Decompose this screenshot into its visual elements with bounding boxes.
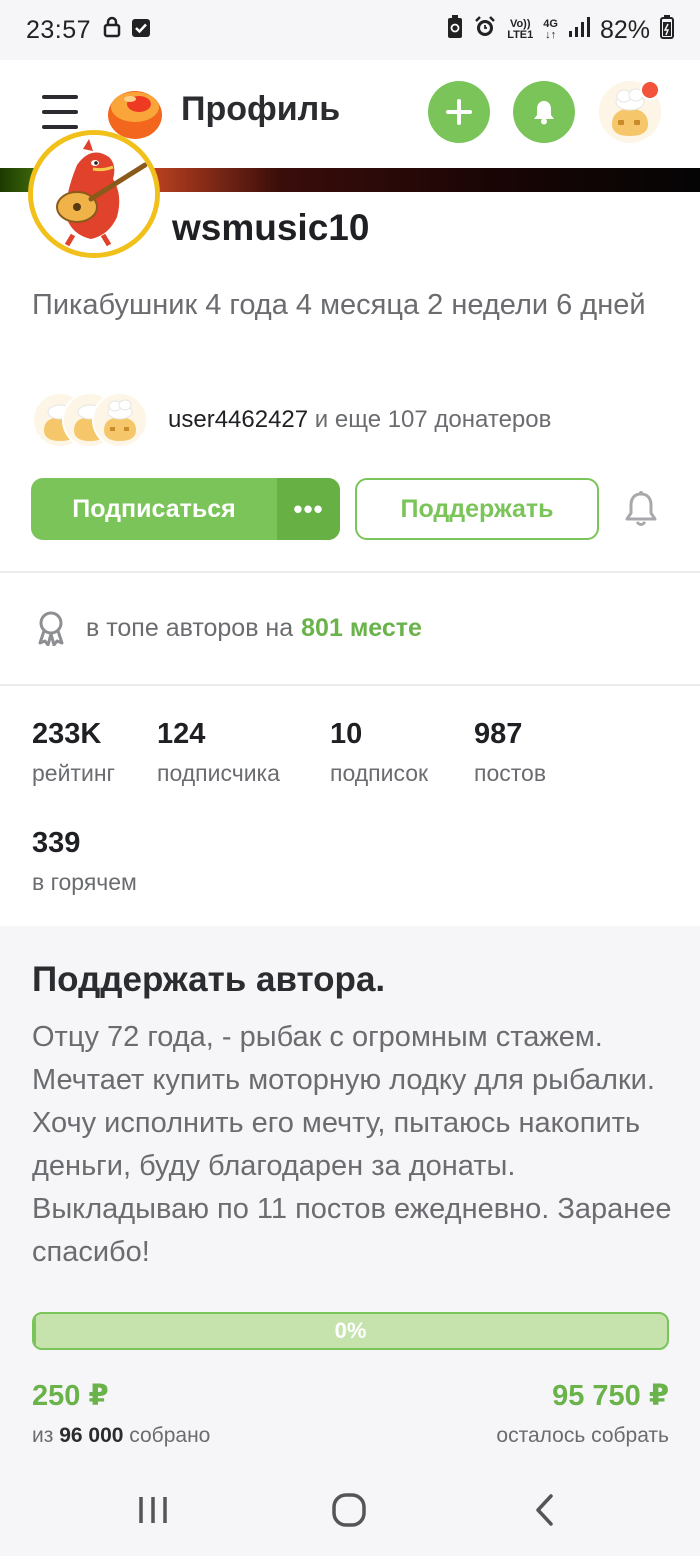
lock-icon — [103, 16, 121, 45]
goal-text: из 96 000 собрано — [32, 1424, 211, 1447]
progress-fill — [34, 1314, 36, 1348]
add-post-button[interactable] — [428, 81, 490, 143]
stat-value: 339 — [32, 827, 81, 859]
profile-username: wsmusic10 — [172, 207, 370, 248]
user-avatar[interactable] — [598, 80, 662, 144]
author-rank: в топе авторов на 801 месте — [34, 610, 422, 646]
menu-icon[interactable] — [42, 95, 78, 129]
award-icon — [38, 611, 64, 646]
goal-amount: 96 000 — [59, 1424, 124, 1447]
stat-subscribers[interactable]: 124 подписчика — [157, 718, 280, 787]
divider — [0, 684, 700, 686]
battery-saver-icon — [447, 14, 463, 46]
stat-label: подписчика — [157, 760, 280, 786]
donor-avatar — [92, 392, 148, 448]
status-time: 23:57 — [26, 15, 92, 44]
battery-percent: 82% — [599, 15, 650, 44]
notify-bell-icon[interactable] — [624, 490, 658, 533]
donation-description: Отцу 72 года, - рыбак с огромным стажем.… — [32, 1021, 672, 1268]
divider — [0, 571, 700, 573]
profile-tenure: Пикабушник 4 года 4 месяца 2 недели 6 дн… — [32, 289, 646, 321]
donors-count: и еще 107 донатеров — [308, 406, 552, 433]
signal-icon — [568, 16, 590, 45]
stat-label: в горячем — [32, 869, 137, 895]
battery-icon — [660, 14, 674, 46]
recent-apps-icon — [139, 1497, 167, 1523]
stat-value: 233K — [32, 718, 102, 750]
collected-amount: 250 ₽ — [32, 1380, 109, 1412]
recent-apps-button[interactable] — [129, 1486, 177, 1534]
donors-text: user4462427 и еще 107 донатеров — [168, 406, 551, 434]
page-title: Профиль — [181, 90, 341, 128]
donation-title: Поддержать автора. — [32, 960, 386, 999]
volte-indicator: Vo)) LTE1 — [507, 18, 534, 41]
checkbox-notification-icon — [131, 16, 151, 45]
remaining-label: осталось собрать — [496, 1424, 669, 1447]
network-4g-indicator: 4G ↓↑ — [543, 18, 558, 41]
subscribe-button-group: Подписаться ••• — [31, 478, 340, 540]
donor-name[interactable]: user4462427 — [168, 406, 308, 433]
remaining-amount: 95 750 ₽ — [552, 1380, 669, 1412]
stat-label: постов — [474, 760, 547, 786]
subscribe-button[interactable]: Подписаться — [31, 478, 277, 540]
back-icon — [536, 1494, 553, 1526]
donor-avatars — [32, 392, 162, 448]
profile-avatar[interactable] — [28, 130, 160, 258]
plus-icon — [446, 99, 472, 125]
stat-subscriptions[interactable]: 10 подписок — [330, 718, 428, 787]
rank-prefix: в топе авторов на — [86, 613, 294, 642]
support-button[interactable]: Поддержать — [355, 478, 599, 540]
bell-icon — [534, 101, 554, 125]
stat-hot[interactable]: 339 в горячем — [32, 827, 137, 896]
rank-place: 801 месте — [301, 613, 422, 642]
stat-rating: 233K рейтинг — [32, 718, 115, 787]
status-bar: 23:57 Vo)) LTE1 4G ↓↑ 82% — [0, 0, 700, 60]
stat-label: подписок — [330, 760, 429, 786]
donation-progress-bar: 0% — [32, 1312, 669, 1350]
back-button[interactable] — [521, 1486, 569, 1534]
stat-value: 987 — [474, 718, 523, 750]
system-nav-bar — [0, 1464, 700, 1556]
notifications-button[interactable] — [513, 81, 575, 143]
subscribe-more-button[interactable]: ••• — [277, 478, 340, 540]
progress-percent: 0% — [334, 1318, 367, 1343]
stat-value: 124 — [157, 718, 206, 750]
notification-dot — [640, 80, 660, 100]
stat-label: рейтинг — [32, 760, 115, 786]
stat-posts[interactable]: 987 постов — [474, 718, 546, 787]
home-icon — [332, 1493, 366, 1527]
stat-value: 10 — [330, 718, 363, 750]
home-button[interactable] — [325, 1486, 373, 1534]
alarm-icon — [473, 15, 497, 46]
donors-row[interactable]: user4462427 и еще 107 донатеров — [32, 392, 551, 448]
